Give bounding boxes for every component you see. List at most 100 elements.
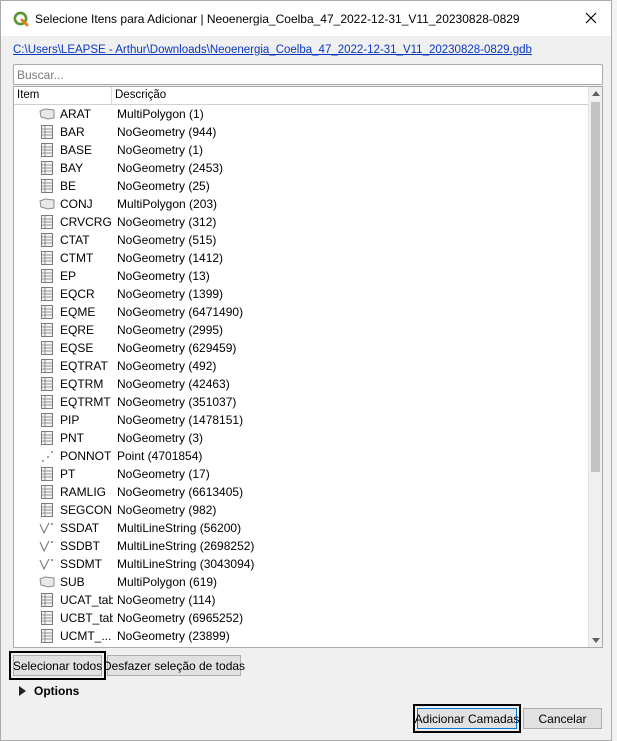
- close-icon: [585, 12, 597, 24]
- table-icon: [41, 215, 53, 229]
- list-item[interactable]: BE NoGeometry (25): [14, 177, 589, 195]
- list-item[interactable]: SSDMT MultiLineString (3043094): [14, 555, 589, 573]
- item-description: NoGeometry (3): [117, 431, 204, 445]
- item-description: NoGeometry (6471490): [117, 305, 244, 319]
- table-icon: [41, 305, 53, 319]
- table-icon: [41, 485, 53, 499]
- item-name: EQTRAT: [60, 359, 108, 373]
- list-item[interactable]: CTAT NoGeometry (515): [14, 231, 589, 249]
- add-layers-button[interactable]: Adicionar Camadas: [413, 704, 521, 733]
- polygon-icon: [39, 576, 55, 588]
- item-description: NoGeometry (629459): [117, 341, 237, 355]
- list-item[interactable]: PT NoGeometry (17): [14, 465, 589, 483]
- table-icon: [41, 611, 53, 625]
- item-description: NoGeometry (312): [117, 215, 217, 229]
- list-item[interactable]: EQTRMT NoGeometry (351037): [14, 393, 589, 411]
- column-header-description[interactable]: Descrição: [112, 87, 589, 104]
- table-icon: [41, 503, 53, 517]
- line-icon: [39, 522, 53, 535]
- item-description: MultiPolygon (1): [117, 107, 204, 121]
- item-name: SEGCON: [60, 503, 113, 517]
- options-label: Options: [34, 684, 80, 698]
- list-item[interactable]: PNT NoGeometry (3): [14, 429, 589, 447]
- list-item[interactable]: SSDBT MultiLineString (2698252): [14, 537, 589, 555]
- list-item[interactable]: UCMT_... NoGeometry (23899): [14, 627, 589, 645]
- item-name: UCAT_tab: [60, 593, 113, 607]
- item-description: NoGeometry (1412): [117, 251, 224, 265]
- table-icon: [41, 143, 53, 157]
- list-item[interactable]: SSDAT MultiLineString (56200): [14, 519, 589, 537]
- list-item[interactable]: PONNOT Point (4701854): [14, 447, 589, 465]
- list-item[interactable]: EQTRM NoGeometry (42463): [14, 375, 589, 393]
- deselect-all-button[interactable]: Desfazer seleção de todas: [103, 655, 245, 676]
- table-icon: [41, 377, 53, 391]
- table-icon: [41, 161, 53, 175]
- item-description: NoGeometry (944): [117, 125, 217, 139]
- list-item[interactable]: EP NoGeometry (13): [14, 267, 589, 285]
- item-name: ARAT: [60, 107, 92, 121]
- item-name: BASE: [60, 143, 93, 157]
- list-item[interactable]: EQME NoGeometry (6471490): [14, 303, 589, 321]
- select-all-button[interactable]: Selecionar todos: [9, 651, 106, 680]
- list-item[interactable]: UCBT_tab NoGeometry (6965252): [14, 609, 589, 627]
- list-item[interactable]: CONJ MultiPolygon (203): [14, 195, 589, 213]
- item-name: SSDBT: [60, 539, 101, 553]
- item-description: NoGeometry (2995): [117, 323, 224, 337]
- item-description: NoGeometry (1478151): [117, 413, 244, 427]
- list-item[interactable]: EQCR NoGeometry (1399): [14, 285, 589, 303]
- list-item[interactable]: EQTRAT NoGeometry (492): [14, 357, 589, 375]
- gdb-path-link[interactable]: C:\Users\LEAPSE - Arthur\Downloads\Neoen…: [13, 44, 532, 56]
- list-item[interactable]: BAR NoGeometry (944): [14, 123, 589, 141]
- list-item[interactable]: RAMLIG NoGeometry (6613405): [14, 483, 589, 501]
- scrollbar-thumb[interactable]: [591, 102, 600, 472]
- item-name: PNT: [60, 431, 84, 445]
- point-icon: [42, 451, 53, 462]
- line-icon: [39, 540, 53, 553]
- item-name: UCBT_tab: [60, 611, 113, 625]
- options-toggle[interactable]: Options: [19, 683, 79, 699]
- item-name: CTAT: [60, 233, 90, 247]
- list-item[interactable]: CTMT NoGeometry (1412): [14, 249, 589, 267]
- expand-arrow-icon: [19, 686, 26, 696]
- item-name: CRVCRG: [60, 215, 112, 229]
- item-name: BE: [60, 179, 77, 193]
- title-bar: Selecione Itens para Adicionar | Neoener…: [1, 1, 611, 36]
- table-icon: [41, 629, 53, 643]
- table-icon: [41, 323, 53, 337]
- items-tree[interactable]: Item Descrição ARAT MultiPolygon (1) BAR No…: [13, 86, 603, 648]
- list-item[interactable]: BASE NoGeometry (1): [14, 141, 589, 159]
- scroll-down-arrow-icon[interactable]: [592, 638, 600, 643]
- item-name: CTMT: [60, 251, 94, 265]
- item-description: NoGeometry (6965252): [117, 611, 244, 625]
- item-description: NoGeometry (515): [117, 233, 217, 247]
- item-name: PT: [60, 467, 76, 481]
- column-header-item[interactable]: Item: [14, 87, 112, 104]
- item-name: EQCR: [60, 287, 95, 301]
- close-button[interactable]: [575, 3, 607, 33]
- search-input[interactable]: [13, 64, 603, 85]
- item-description: NoGeometry (42463): [117, 377, 230, 391]
- vertical-scrollbar[interactable]: [588, 87, 602, 647]
- item-description: Point (4701854): [117, 449, 203, 463]
- list-item[interactable]: EQRE NoGeometry (2995): [14, 321, 589, 339]
- table-icon: [41, 125, 53, 139]
- list-item[interactable]: SEGCON NoGeometry (982): [14, 501, 589, 519]
- list-item[interactable]: CRVCRG NoGeometry (312): [14, 213, 589, 231]
- item-description: NoGeometry (351037): [117, 395, 237, 409]
- select-items-dialog: Selecione Itens para Adicionar | Neoener…: [0, 0, 612, 741]
- polygon-icon: [39, 108, 55, 120]
- item-name: RAMLIG: [60, 485, 107, 499]
- list-item[interactable]: EQSE NoGeometry (629459): [14, 339, 589, 357]
- table-icon: [41, 341, 53, 355]
- list-item[interactable]: PIP NoGeometry (1478151): [14, 411, 589, 429]
- list-item[interactable]: BAY NoGeometry (2453): [14, 159, 589, 177]
- list-item[interactable]: UCAT_tab NoGeometry (114): [14, 591, 589, 609]
- scroll-up-arrow-icon[interactable]: [592, 91, 600, 96]
- item-description: MultiPolygon (203): [117, 197, 218, 211]
- item-description: NoGeometry (982): [117, 503, 217, 517]
- table-icon: [41, 251, 53, 265]
- list-item[interactable]: ARAT MultiPolygon (1): [14, 105, 589, 123]
- item-description: NoGeometry (2453): [117, 161, 224, 175]
- list-item[interactable]: SUB MultiPolygon (619): [14, 573, 589, 591]
- cancel-button[interactable]: Cancelar: [523, 708, 602, 729]
